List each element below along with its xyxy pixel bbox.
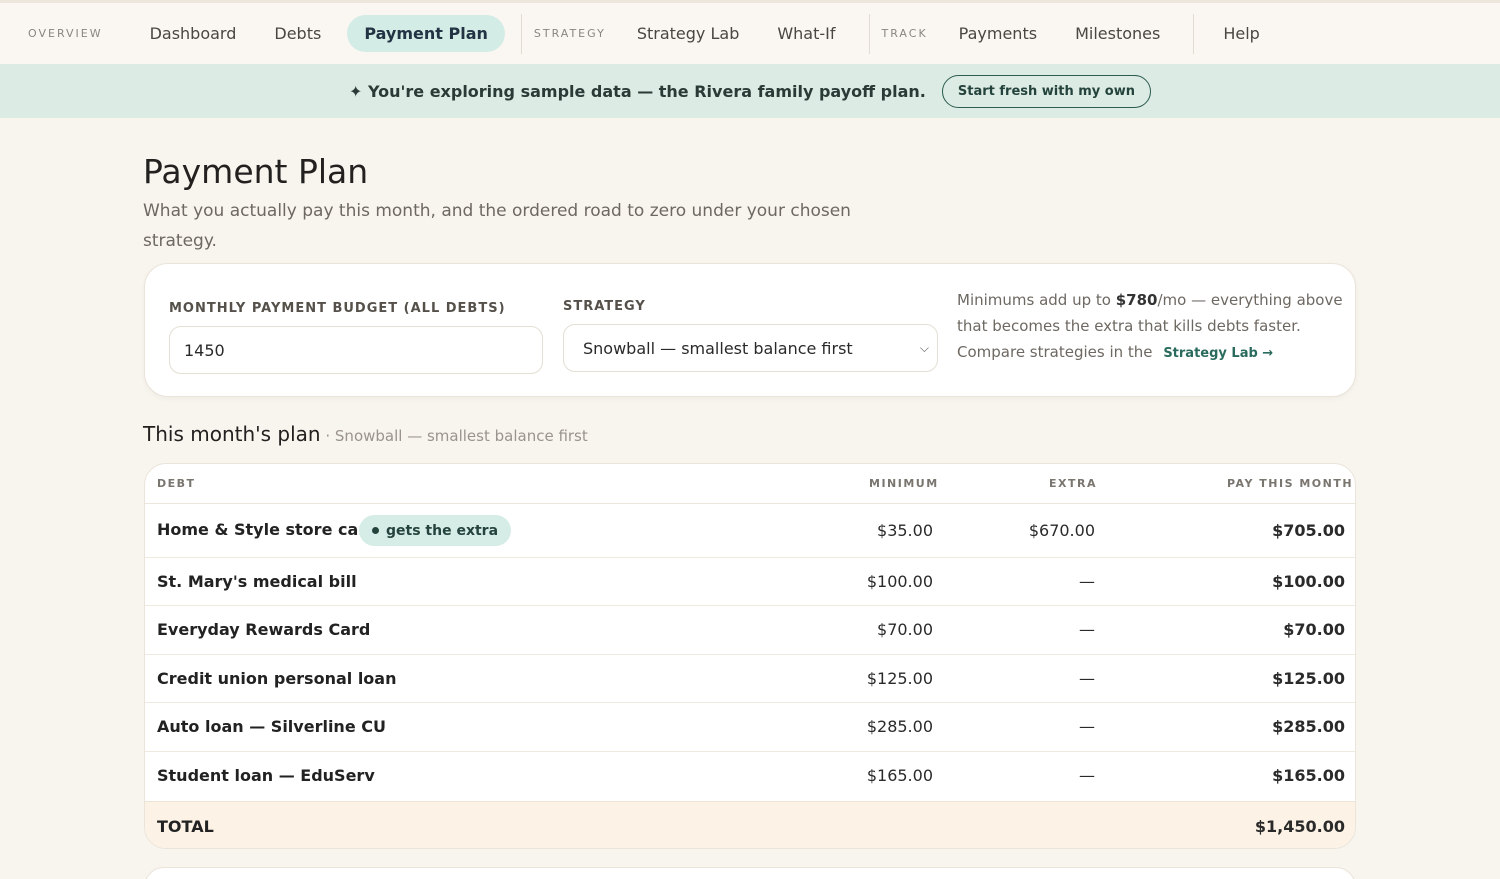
nav-payments[interactable]: Payments — [942, 15, 1054, 52]
pay-value: $70.00 — [1283, 620, 1345, 639]
table-row: Credit union personal loan $125.00 — $12… — [145, 655, 1355, 703]
strategy-select-value: Snowball — smallest balance first — [583, 338, 853, 358]
nav-group-overview: OVERVIEW — [28, 27, 103, 40]
table-row: Everyday Rewards Card $70.00 — $70.00 — [145, 606, 1355, 655]
pay-value: $125.00 — [1272, 669, 1345, 688]
pay-value: $285.00 — [1272, 717, 1345, 736]
minimum-value: $100.00 — [866, 572, 933, 591]
strategy-select[interactable]: Snowball — smallest balance first ⌵ — [563, 324, 938, 372]
budget-input[interactable]: 1450 — [169, 326, 543, 374]
plan-table: DEBT MINIMUM EXTRA PAY THIS MONTH Home &… — [144, 463, 1356, 849]
extra-value: — — [1079, 620, 1095, 639]
top-nav: OVERVIEW Dashboard Debts Payment Plan ST… — [0, 0, 1500, 64]
badge-label: gets the extra — [386, 522, 499, 539]
table-row: St. Mary's medical bill $100.00 — $100.0… — [145, 558, 1355, 606]
minimum-value: $70.00 — [877, 620, 933, 639]
start-fresh-button[interactable]: Start fresh with my own — [941, 74, 1151, 108]
nav-group-track: TRACK — [881, 27, 928, 40]
table-row: Home & Style store card gets the extra $… — [145, 504, 1355, 558]
extra-value: — — [1079, 766, 1095, 785]
plan-subtitle: · Snowball — smallest balance first — [320, 427, 588, 445]
nav-strategy-lab[interactable]: Strategy Lab — [620, 15, 757, 52]
extra-value: — — [1079, 572, 1095, 591]
nav-what-if[interactable]: What-If — [760, 15, 852, 52]
table-row: Student loan — EduServ $165.00 — $165.00 — [145, 752, 1355, 801]
table-row: Auto loan — Silverline CU $285.00 — $285… — [145, 703, 1355, 752]
sample-data-banner: ✦ You're exploring sample data — the Riv… — [0, 64, 1500, 118]
extra-value: — — [1079, 669, 1095, 688]
pay-value: $705.00 — [1272, 521, 1345, 540]
col-debt: DEBT — [157, 477, 196, 490]
col-minimum: MINIMUM — [869, 477, 939, 490]
budget-label: MONTHLY PAYMENT BUDGET (ALL DEBTS) — [169, 301, 506, 316]
plan-settings-card: MONTHLY PAYMENT BUDGET (ALL DEBTS) 1450 … — [144, 263, 1356, 397]
minimum-value: $35.00 — [877, 521, 933, 540]
plan-section-title: This month's plan · Snowball — smallest … — [143, 422, 588, 446]
minimum-value: $285.00 — [866, 717, 933, 736]
total-row: TOTAL $1,450.00 — [145, 801, 1355, 848]
nav-divider — [1193, 13, 1195, 54]
nav-group-strategy: STRATEGY — [533, 27, 606, 40]
page-title: Payment Plan — [143, 152, 369, 191]
nav-milestones[interactable]: Milestones — [1058, 15, 1177, 52]
main-content: Payment Plan What you actually pay this … — [0, 118, 1500, 879]
debt-name: Credit union personal loan — [157, 669, 397, 688]
strategy-lab-link[interactable]: Strategy Lab → — [1163, 346, 1273, 361]
dot-icon — [372, 527, 379, 534]
nav-dashboard[interactable]: Dashboard — [133, 15, 254, 52]
next-card — [144, 867, 1356, 879]
page-subtitle: What you actually pay this month, and th… — [143, 201, 851, 251]
debt-name: Auto loan — Silverline CU — [157, 717, 386, 736]
hint-text: Minimums add up to — [957, 291, 1116, 309]
extra-value: — — [1079, 717, 1095, 736]
total-value: $1,450.00 — [1254, 817, 1345, 836]
debt-name: Student loan — EduServ — [157, 766, 375, 785]
debt-name: Everyday Rewards Card — [157, 620, 371, 639]
col-pay: PAY THIS MONTH — [1227, 477, 1354, 490]
debt-name: Home & Style store card — [157, 520, 378, 539]
nav-help[interactable]: Help — [1206, 15, 1276, 52]
minimums-hint: Minimums add up to $780/mo — everything … — [957, 287, 1347, 367]
minimum-value: $165.00 — [866, 766, 933, 785]
chevron-down-icon: ⌵ — [919, 341, 929, 355]
minimums-amount: $780 — [1115, 291, 1158, 309]
pay-value: $165.00 — [1272, 766, 1345, 785]
col-extra: EXTRA — [1049, 477, 1097, 490]
strategy-label: STRATEGY — [563, 299, 646, 314]
table-header: DEBT MINIMUM EXTRA PAY THIS MONTH — [145, 464, 1355, 504]
nav-debts[interactable]: Debts — [257, 15, 338, 52]
debt-name: St. Mary's medical bill — [157, 572, 357, 591]
nav-divider — [520, 13, 522, 54]
nav-payment-plan[interactable]: Payment Plan — [347, 15, 505, 52]
nav-divider — [868, 13, 870, 54]
extra-value: $670.00 — [1028, 521, 1095, 540]
minimum-value: $125.00 — [866, 669, 933, 688]
plan-title: This month's plan — [143, 422, 321, 446]
banner-text: ✦ You're exploring sample data — the Riv… — [349, 81, 926, 101]
pay-value: $100.00 — [1272, 572, 1345, 591]
total-label: TOTAL — [157, 817, 214, 836]
extra-badge: gets the extra — [359, 515, 512, 546]
